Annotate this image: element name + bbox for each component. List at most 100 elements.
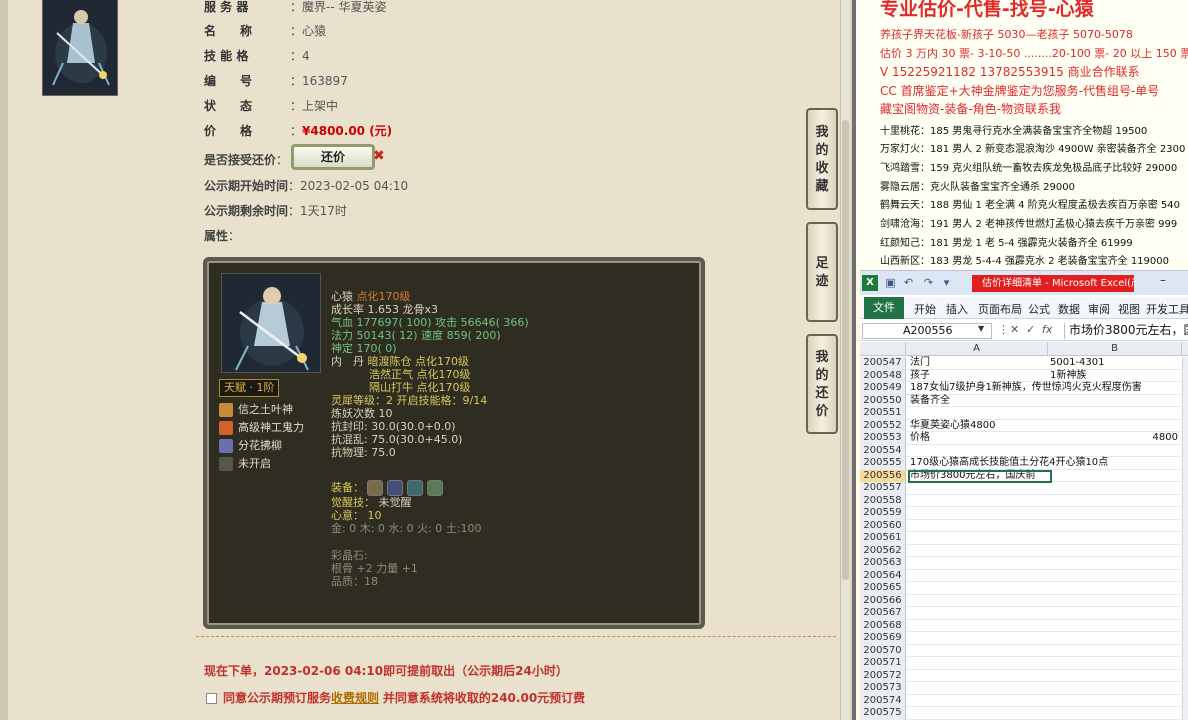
sheet-row[interactable]: 200554 xyxy=(860,444,1188,457)
redo-icon[interactable]: ↷ xyxy=(922,276,935,289)
sheet-row[interactable]: 200553 价格 4800 xyxy=(860,432,1188,445)
customize-toolbar-icon[interactable]: ▾ xyxy=(940,276,953,289)
cell-a[interactable]: 装备齐全 xyxy=(910,395,950,407)
tab-view[interactable]: 视图 xyxy=(1118,301,1140,317)
row-number[interactable]: 200575 xyxy=(860,707,906,720)
row-number[interactable]: 200556 xyxy=(860,469,906,482)
tab-developer[interactable]: 开发工具 xyxy=(1146,301,1188,317)
cell-b-number[interactable]: 4800 xyxy=(1050,432,1178,444)
insert-function-icon[interactable]: fx xyxy=(1042,323,1052,336)
agree-checkbox[interactable] xyxy=(206,693,217,704)
tab-home[interactable]: 开始 xyxy=(914,301,936,317)
save-icon[interactable]: ▣ xyxy=(884,276,897,289)
row-number[interactable]: 200555 xyxy=(860,457,906,470)
talent-badge[interactable]: 天赋 · 1阶 xyxy=(219,379,279,397)
column-header-a[interactable]: A xyxy=(906,342,1048,356)
tab-page-layout[interactable]: 页面布局 xyxy=(978,301,1022,317)
sheet-row[interactable]: 200573 xyxy=(860,682,1188,695)
row-number[interactable]: 200550 xyxy=(860,394,906,407)
sheet-row[interactable]: 200560 xyxy=(860,519,1188,532)
skill-item[interactable]: 未开启 xyxy=(219,455,271,473)
skill-item[interactable]: 分花拂柳 xyxy=(219,437,282,455)
sheet-row[interactable]: 200572 xyxy=(860,669,1188,682)
row-number[interactable]: 200562 xyxy=(860,544,906,557)
row-number[interactable]: 200551 xyxy=(860,407,906,420)
tab-data[interactable]: 数据 xyxy=(1058,301,1080,317)
equipment-slot[interactable] xyxy=(407,480,423,496)
haggle-button[interactable]: 还价 xyxy=(291,144,375,170)
confirm-icon[interactable]: ✓ xyxy=(1026,323,1035,336)
cell-a[interactable]: 价格 xyxy=(910,432,930,444)
cell-b[interactable]: 1新神族 xyxy=(1050,370,1086,382)
row-number[interactable]: 200558 xyxy=(860,494,906,507)
row-number[interactable]: 200568 xyxy=(860,619,906,632)
excel-scrollbar[interactable] xyxy=(1182,357,1188,720)
row-number[interactable]: 200547 xyxy=(860,357,906,370)
equipment-slot[interactable] xyxy=(367,480,383,496)
cell-a[interactable]: 华夏英姿心猿4800 xyxy=(910,420,995,432)
sheet-row[interactable]: 200569 xyxy=(860,632,1188,645)
my-favorites-tab[interactable]: 我 的 收 藏 xyxy=(806,108,838,210)
sheet-row[interactable]: 200575 xyxy=(860,707,1188,720)
sheet-row[interactable]: 200561 xyxy=(860,532,1188,545)
tab-review[interactable]: 审阅 xyxy=(1088,301,1110,317)
row-number[interactable]: 200573 xyxy=(860,682,906,695)
formula-input[interactable]: 市场价3800元左右，国 xyxy=(1064,323,1188,339)
row-number[interactable]: 200563 xyxy=(860,557,906,570)
sheet-row[interactable]: 200557 xyxy=(860,482,1188,495)
undo-icon[interactable]: ↶ xyxy=(902,276,915,289)
name-box[interactable]: A200556 xyxy=(862,323,992,339)
cell-a[interactable]: 187女仙7级护身1新神族，传世惊鸿火克火程度伤害 xyxy=(910,382,1142,394)
sheet-row[interactable]: 200555 170级心猿高成长技能值土分花4开心猿10点 xyxy=(860,457,1188,470)
tab-file[interactable]: 文件 xyxy=(864,297,904,319)
row-number[interactable]: 200554 xyxy=(860,444,906,457)
sheet-row[interactable]: 200567 xyxy=(860,607,1188,620)
row-number[interactable]: 200574 xyxy=(860,694,906,707)
row-number[interactable]: 200553 xyxy=(860,432,906,445)
cell-a[interactable]: 孩子 xyxy=(910,370,930,382)
row-number[interactable]: 200571 xyxy=(860,657,906,670)
tab-formulas[interactable]: 公式 xyxy=(1028,301,1050,317)
row-number[interactable]: 200557 xyxy=(860,482,906,495)
sheet-row[interactable]: 200559 xyxy=(860,507,1188,520)
sheet-row[interactable]: 200562 xyxy=(860,544,1188,557)
row-number[interactable]: 200549 xyxy=(860,382,906,395)
skill-item[interactable]: 信之土叶神 xyxy=(219,401,293,419)
sheet-row[interactable]: 200570 xyxy=(860,644,1188,657)
cell-a[interactable]: 法门 xyxy=(910,357,930,369)
sheet-row[interactable]: 200547 法门 5001-4301 xyxy=(860,357,1188,370)
close-icon[interactable]: ✖ xyxy=(373,148,385,164)
footprint-tab[interactable]: 足 迹 xyxy=(806,222,838,322)
row-number[interactable]: 200552 xyxy=(860,419,906,432)
row-number[interactable]: 200560 xyxy=(860,519,906,532)
equipment-slot[interactable] xyxy=(387,480,403,496)
row-number[interactable]: 200566 xyxy=(860,594,906,607)
scrollbar-thumb[interactable] xyxy=(842,120,849,580)
sheet-row[interactable]: 200551 xyxy=(860,407,1188,420)
row-number[interactable]: 200570 xyxy=(860,644,906,657)
my-haggle-tab[interactable]: 我 的 还 价 xyxy=(806,334,838,434)
sheet-row[interactable]: 200548 孩子 1新神族 xyxy=(860,369,1188,382)
select-all-corner[interactable] xyxy=(860,342,906,356)
row-number[interactable]: 200561 xyxy=(860,532,906,545)
chevron-down-icon[interactable]: ▼ xyxy=(978,324,984,333)
row-number[interactable]: 200565 xyxy=(860,582,906,595)
skill-item[interactable]: 高级神工鬼力 xyxy=(219,419,304,437)
column-header-b[interactable]: B xyxy=(1048,342,1182,356)
sheet-row[interactable]: 200563 xyxy=(860,557,1188,570)
active-cell-cursor[interactable] xyxy=(908,470,1052,483)
sheet-row[interactable]: 200552 华夏英姿心猿4800 xyxy=(860,419,1188,432)
cancel-icon[interactable]: ✕ xyxy=(1010,323,1019,336)
row-number[interactable]: 200569 xyxy=(860,632,906,645)
tab-insert[interactable]: 插入 xyxy=(946,301,968,317)
character-thumbnail[interactable] xyxy=(42,0,118,96)
sheet-row[interactable]: 200550 装备齐全 xyxy=(860,394,1188,407)
sheet-row[interactable]: 200558 xyxy=(860,494,1188,507)
minimize-icon[interactable]: – xyxy=(1160,273,1166,287)
cell-a[interactable]: 170级心猿高成长技能值土分花4开心猿10点 xyxy=(910,457,1108,469)
sheet-row[interactable]: 200549 187女仙7级护身1新神族，传世惊鸿火克火程度伤害 xyxy=(860,382,1188,395)
row-number[interactable]: 200572 xyxy=(860,669,906,682)
sheet-row[interactable]: 200565 xyxy=(860,582,1188,595)
equipment-slot[interactable] xyxy=(427,480,443,496)
sheet-row[interactable]: 200571 xyxy=(860,657,1188,670)
